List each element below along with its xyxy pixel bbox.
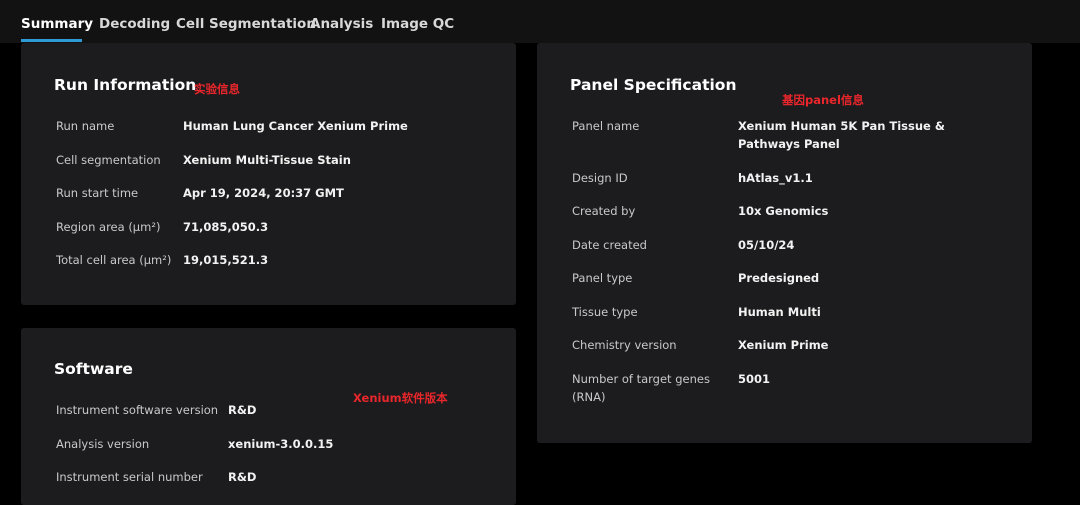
created-by-value: 10x Genomics — [738, 204, 829, 218]
software-title: Software — [54, 360, 133, 378]
instrument-software-version-label: Instrument software version — [56, 403, 219, 417]
software-card: Software Xenium软件版本 Instrument software … — [21, 328, 516, 505]
run-start-time-value: Apr 19, 2024, 20:37 GMT — [183, 186, 344, 200]
design-id-value: hAtlas_v1.1 — [738, 171, 813, 185]
number-of-target-genes-label: Number of target genes (RNA) — [572, 372, 710, 404]
number-of-target-genes-value: 5001 — [738, 372, 771, 386]
run-name-label: Run name — [56, 119, 115, 133]
panel-type-value: Predesigned — [738, 271, 820, 285]
date-created-label: Date created — [572, 238, 647, 252]
run-name-value: Human Lung Cancer Xenium Prime — [183, 119, 408, 133]
total-cell-area-label: Total cell area (µm²) — [56, 253, 172, 267]
instrument-serial-number-label: Instrument serial number — [56, 470, 203, 484]
region-area-label: Region area (µm²) — [56, 220, 161, 234]
region-area-value: 71,085,050.3 — [183, 220, 269, 234]
panel-name-label: Panel name — [572, 119, 640, 133]
analysis-version-label: Analysis version — [56, 437, 150, 451]
instrument-serial-number-value: R&D — [228, 470, 257, 484]
tissue-type-label: Tissue type — [572, 305, 638, 319]
run-information-title: Run Information — [54, 76, 197, 94]
run-information-card: Run Information 实验信息 Run name Human Lung… — [21, 43, 516, 305]
chemistry-version-value: Xenium Prime — [738, 338, 829, 352]
instrument-software-version-value: R&D — [228, 403, 257, 417]
tab-analysis[interactable]: Analysis — [310, 16, 373, 32]
tissue-type-value: Human Multi — [738, 305, 821, 319]
panel-specification-title: Panel Specification — [570, 76, 737, 94]
tab-decoding[interactable]: Decoding — [99, 16, 170, 32]
cell-segmentation-value: Xenium Multi-Tissue Stain — [183, 153, 351, 167]
panel-name-value: Xenium Human 5K Pan Tissue & Pathways Pa… — [738, 119, 945, 151]
design-id-label: Design ID — [572, 171, 628, 185]
tab-image-qc[interactable]: Image QC — [381, 16, 454, 32]
created-by-label: Created by — [572, 204, 636, 218]
tab-cell-segmentation[interactable]: Cell Segmentation — [176, 16, 316, 32]
panel-specification-card: Panel Specification 基因panel信息 Panel name… — [537, 43, 1032, 443]
date-created-value: 05/10/24 — [738, 238, 795, 252]
panel-specification-annotation: 基因panel信息 — [782, 93, 864, 107]
run-start-time-label: Run start time — [56, 186, 139, 200]
total-cell-area-value: 19,015,521.3 — [183, 253, 269, 267]
analysis-version-value: xenium-3.0.0.15 — [228, 437, 334, 451]
tab-bar: Summary Decoding Cell Segmentation Analy… — [0, 0, 1080, 43]
tab-summary[interactable]: Summary — [21, 16, 93, 32]
cell-segmentation-label: Cell segmentation — [56, 153, 161, 167]
panel-type-label: Panel type — [572, 271, 633, 285]
run-information-annotation: 实验信息 — [194, 82, 240, 96]
active-tab-indicator — [21, 39, 82, 42]
chemistry-version-label: Chemistry version — [572, 338, 677, 352]
software-annotation: Xenium软件版本 — [353, 391, 448, 405]
